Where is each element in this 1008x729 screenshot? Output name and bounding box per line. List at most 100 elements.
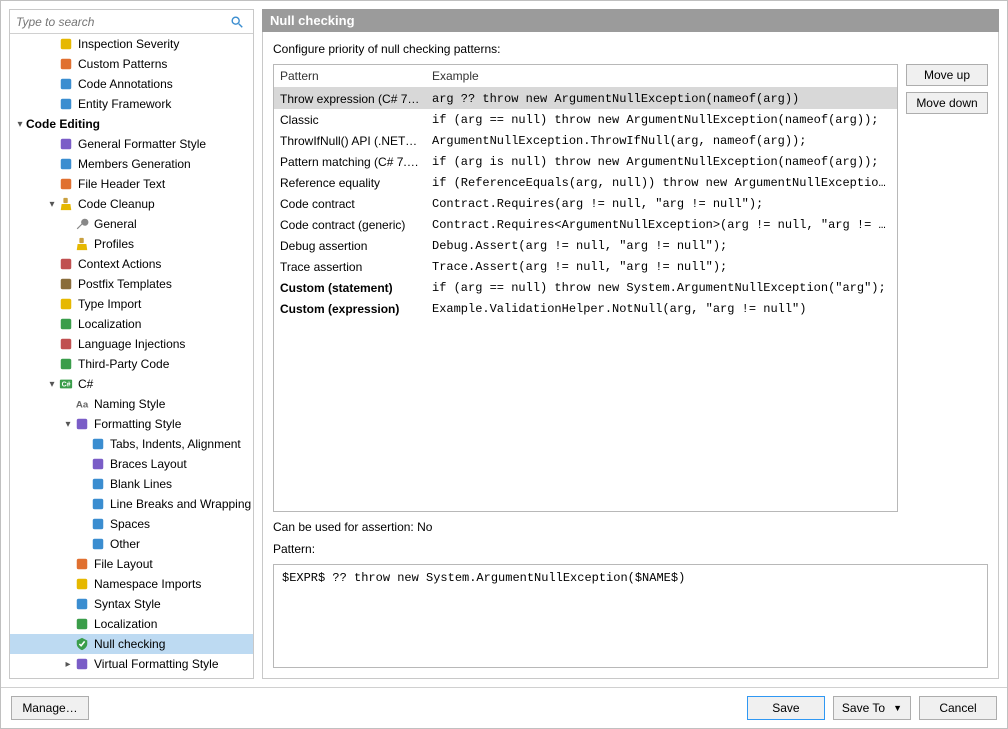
cell-example: if (ReferenceEquals(arg, null)) throw ne… [426,172,897,194]
tree-item-label: Namespace Imports [94,577,201,591]
tree-item[interactable]: Members Generation [10,154,253,174]
tree-item[interactable]: ▾Code Cleanup [10,194,253,214]
tree-item[interactable]: Custom Patterns [10,54,253,74]
cleanup-icon [74,236,90,252]
tree-item-label: Code Annotations [78,77,173,91]
expander-spacer [62,238,74,250]
save-to-label: Save To [842,701,885,715]
table-row[interactable]: Trace assertionTrace.Assert(arg != null,… [274,256,897,277]
tree-item[interactable]: General Formatter Style [10,134,253,154]
tabs-icon [90,436,106,452]
save-to-button[interactable]: Save To ▼ [833,696,911,720]
chevron-down-icon[interactable]: ▾ [46,378,58,390]
tree-item[interactable]: Braces Layout [10,454,253,474]
options-tree[interactable]: Inspection SeverityCustom Patterns Code A… [10,34,253,678]
dialog-footer: Manage… Save Save To ▼ Cancel [1,687,1007,728]
tree-item[interactable]: File Layout [10,554,253,574]
third-icon [58,356,74,372]
tree-item[interactable]: ▸Virtual Formatting Style [10,654,253,674]
tree-item-label: File Header Text [78,177,165,191]
tree-item[interactable]: Inspection Severity [10,34,253,54]
tree-item[interactable]: Blank Lines [10,474,253,494]
table-row[interactable]: Pattern matching (C# 7.0+)if (arg is nul… [274,151,897,172]
table-row[interactable]: Throw expression (C# 7.0+)arg ?? throw n… [274,88,897,109]
chevron-down-icon[interactable]: ▾ [14,118,26,130]
chevron-down-icon[interactable]: ▾ [46,198,58,210]
col-pattern-header[interactable]: Pattern [274,65,426,87]
cell-example: if (arg is null) throw new ArgumentNullE… [426,151,897,173]
table-row[interactable]: Classicif (arg == null) throw new Argume… [274,109,897,130]
expander-spacer [46,38,58,50]
tree-item[interactable]: Line Breaks and Wrapping [10,494,253,514]
tree-item[interactable]: Null checking [10,634,253,654]
format-icon [74,416,90,432]
tree-item[interactable]: General [10,214,253,234]
options-tree-panel: Inspection SeverityCustom Patterns Code A… [9,9,254,679]
table-row[interactable]: Debug assertionDebug.Assert(arg != null,… [274,235,897,256]
search-icon[interactable] [229,14,245,30]
settings-detail-panel: Null checking Configure priority of null… [262,9,999,679]
tree-item-label: Entity Framework [78,97,171,111]
tree-item[interactable]: ▾C#C# [10,374,253,394]
patterns-table[interactable]: Pattern Example Throw expression (C# 7.0… [273,64,898,512]
other-icon [90,536,106,552]
cell-example: Example.ValidationHelper.NotNull(arg, "a… [426,298,897,320]
tree-item[interactable]: File Header Text [10,174,253,194]
tree-item[interactable]: Language Injections [10,334,253,354]
cell-pattern: Reference equality [274,172,426,194]
tree-item[interactable]: Code Annotations [10,74,253,94]
tree-item-label: General Formatter Style [78,137,206,151]
save-button[interactable]: Save [747,696,825,720]
table-row[interactable]: Reference equalityif (ReferenceEquals(ar… [274,172,897,193]
tree-item[interactable]: ▾ Formatting Style [10,414,253,434]
chevron-right-icon[interactable]: ▸ [62,658,74,670]
tree-item[interactable]: Syntax Style [10,594,253,614]
ef-icon [58,96,74,112]
tree-item-label: Syntax Style [94,597,161,611]
expander-spacer [62,398,74,410]
table-row[interactable]: Code contractContract.Requires(arg != nu… [274,193,897,214]
table-row[interactable]: ThrowIfNull() API (.NET 6+)ArgumentNullE… [274,130,897,151]
expander-spacer [78,438,90,450]
tree-item[interactable]: Namespace Imports [10,574,253,594]
tree-item-label: Tabs, Indents, Alignment [110,437,241,451]
expander-spacer [46,278,58,290]
move-up-button[interactable]: Move up [906,64,988,86]
table-row[interactable]: Code contract (generic)Contract.Requires… [274,214,897,235]
table-row[interactable]: Custom (statement)if (arg == null) throw… [274,277,897,298]
tree-item[interactable]: AaNaming Style [10,394,253,414]
tree-item[interactable]: Other [10,534,253,554]
table-row[interactable]: Custom (expression)Example.ValidationHel… [274,298,897,319]
tree-item-label: C# [78,377,93,391]
tree-item[interactable]: Profiles [10,234,253,254]
tree-item[interactable]: Postfix Templates [10,274,253,294]
tree-item[interactable]: Spaces [10,514,253,534]
tree-item[interactable]: Entity Framework [10,94,253,114]
tree-item[interactable]: Localization [10,614,253,634]
cell-example: Contract.Requires<ArgumentNullException>… [426,214,897,236]
move-down-button[interactable]: Move down [906,92,988,114]
cell-pattern: Custom (expression) [274,298,426,320]
cell-pattern: Code contract [274,193,426,215]
cell-pattern: Debug assertion [274,235,426,257]
cs-icon: C# [58,376,74,392]
tree-item[interactable]: Third-Party Code [10,354,253,374]
tree-item[interactable]: Localization [10,314,253,334]
search-input[interactable] [14,15,229,29]
tree-item[interactable]: Context Actions [10,254,253,274]
manage-button[interactable]: Manage… [11,696,89,720]
format-icon [74,656,90,672]
cell-pattern: Trace assertion [274,256,426,278]
chevron-down-icon[interactable]: ▾ [62,418,74,430]
configure-label: Configure priority of null checking patt… [273,42,988,56]
tree-item-label: Formatting Style [94,417,181,431]
members-icon [58,156,74,172]
wrap-icon [90,496,106,512]
tree-item[interactable]: Tabs, Indents, Alignment [10,434,253,454]
tree-item[interactable]: Type Import [10,294,253,314]
cancel-button[interactable]: Cancel [919,696,997,720]
tree-item[interactable]: ▾Code Editing [10,114,253,134]
col-example-header[interactable]: Example [426,65,897,87]
severity-icon [58,36,74,52]
pattern-textbox[interactable]: $EXPR$ ?? throw new System.ArgumentNullE… [273,564,988,668]
